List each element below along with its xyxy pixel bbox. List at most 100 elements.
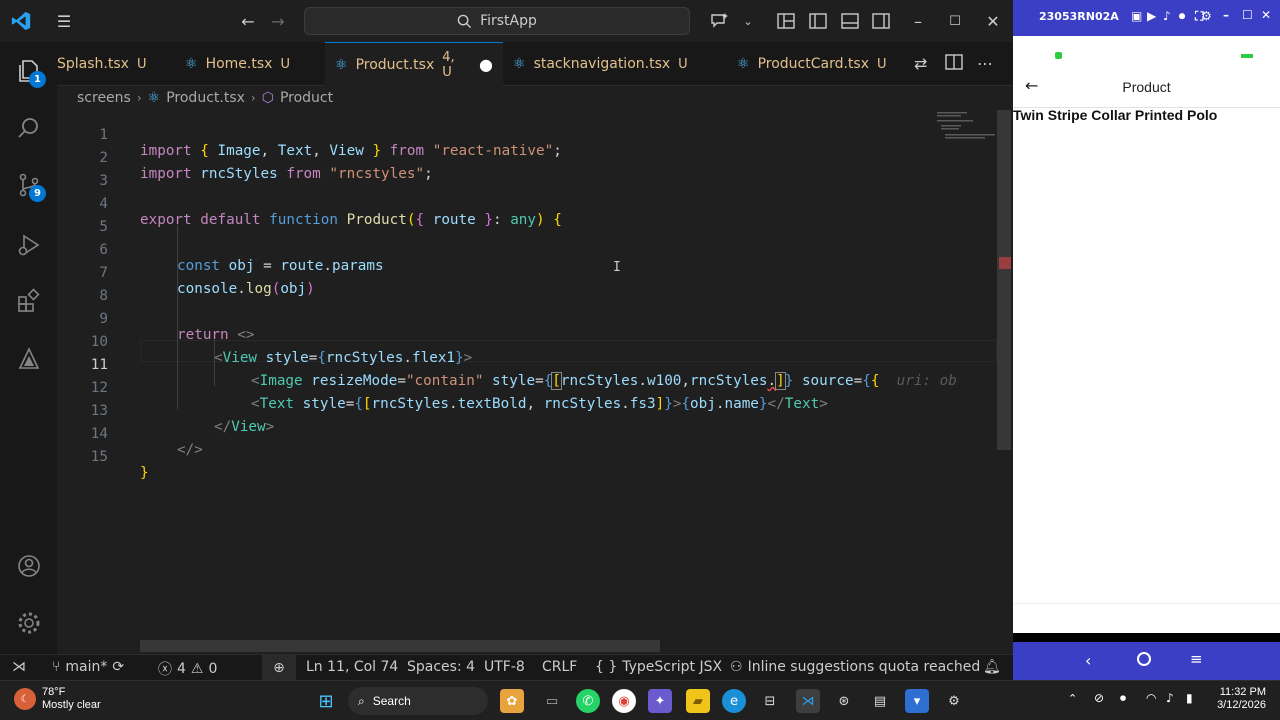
tab-splash[interactable]: Splash.tsx U xyxy=(47,42,153,86)
minimap[interactable] xyxy=(937,110,997,140)
error-count: 4 xyxy=(177,661,186,677)
forward-arrow-icon[interactable]: → xyxy=(266,9,290,33)
vscode-logo[interactable] xyxy=(10,10,32,32)
settings-taskbar-icon[interactable]: ⚙ xyxy=(942,689,966,713)
clock[interactable]: 11:32 PM 3/12/2026 xyxy=(1210,686,1266,712)
phone-screen: ← Product Twin Stripe Collar Printed Pol… xyxy=(1013,36,1280,633)
breadcrumb-file[interactable]: Product.tsx xyxy=(166,90,245,106)
testing-icon[interactable] xyxy=(12,342,46,376)
minimize-icon[interactable]: – xyxy=(1223,8,1229,22)
breadcrumb-folder[interactable]: screens xyxy=(77,90,131,106)
more-actions-icon[interactable]: ⋯ xyxy=(977,54,993,73)
indentation[interactable]: Spaces: 4 xyxy=(407,659,475,675)
problems-indicator[interactable]: ⓧ 4 ⚠ 0 xyxy=(158,659,217,679)
unsaved-dot-icon[interactable]: ● xyxy=(479,55,493,74)
breadcrumb-symbol[interactable]: Product xyxy=(280,90,333,106)
split-editor-icon[interactable] xyxy=(945,54,963,74)
copilot-icon[interactable] xyxy=(708,9,732,33)
tab-status: U xyxy=(136,56,147,72)
windows-start-icon[interactable]: ⊞ xyxy=(314,689,338,713)
settings-gear-icon[interactable] xyxy=(12,606,46,640)
minimize-icon[interactable]: – xyxy=(906,9,930,33)
language-mode[interactable]: { } TypeScript JSX xyxy=(595,659,722,675)
explorer-icon[interactable]: 1 xyxy=(12,54,46,88)
nav-home-icon[interactable] xyxy=(1137,652,1151,666)
edge-icon[interactable]: e xyxy=(722,689,746,713)
encoding[interactable]: UTF-8 xyxy=(484,659,525,675)
weather-widget[interactable]: 78°F Mostly clear xyxy=(42,686,101,712)
toggle-panel-icon[interactable] xyxy=(838,9,862,33)
code-line: 5 xyxy=(57,203,997,235)
code-editor[interactable]: 1 import { Image, Text, View } from "rea… xyxy=(57,110,997,654)
title-bar: ☰ ← → FirstApp ⌄ – ☐ ✕ xyxy=(0,0,1013,42)
task-view-icon[interactable]: ▭ xyxy=(540,689,564,713)
vertical-scrollbar[interactable] xyxy=(997,110,1013,654)
mic-icon[interactable]: ⏺ xyxy=(1179,9,1185,24)
copilot-app-icon[interactable]: ✦ xyxy=(648,689,672,713)
file-explorer-icon[interactable]: ▰ xyxy=(686,689,710,713)
run-debug-icon[interactable] xyxy=(12,228,46,262)
command-center-search[interactable]: FirstApp xyxy=(304,7,690,35)
whatsapp-icon[interactable]: ✆ xyxy=(576,689,600,713)
video-icon[interactable]: ▶ xyxy=(1147,9,1156,23)
source-control-icon[interactable]: 9 xyxy=(12,168,46,202)
camera-icon[interactable]: ▣ xyxy=(1131,9,1142,23)
remote-indicator-icon[interactable]: ⋊ xyxy=(12,659,26,675)
symbol-cube-icon: ⬡ xyxy=(261,90,274,106)
toggle-secondary-sidebar-icon[interactable] xyxy=(869,9,893,33)
speaker-icon[interactable]: ♪ xyxy=(1166,691,1174,705)
headphones-icon[interactable]: ♪ xyxy=(1163,9,1171,23)
sync-icon[interactable]: ⟳ xyxy=(112,659,124,675)
notifications-bell-icon[interactable]: 🔔︎ xyxy=(983,659,1001,675)
wifi-icon[interactable]: ◠ xyxy=(1146,691,1156,705)
screen-header-title: Product xyxy=(1122,79,1171,95)
branch-indicator[interactable]: ⑂ main* ⟳ xyxy=(52,659,124,675)
search-icon[interactable] xyxy=(12,111,46,145)
scrollbar-thumb[interactable] xyxy=(997,110,1011,450)
nav-back-icon[interactable]: ‹ xyxy=(1085,651,1091,670)
nav-menu-icon[interactable]: ≡ xyxy=(1190,650,1203,668)
menu-icon[interactable]: ☰ xyxy=(52,9,76,33)
tab-home[interactable]: ⚛ Home.tsx U xyxy=(175,42,325,86)
tab-product[interactable]: ⚛ Product.tsx 4, U ● xyxy=(325,42,503,86)
close-icon[interactable]: ✕ xyxy=(981,9,1005,33)
horizontal-scrollbar[interactable] xyxy=(140,640,660,652)
error-icon: ⓧ xyxy=(158,662,172,678)
toggle-sidebar-icon[interactable] xyxy=(806,9,830,33)
warning-icon: ⚠ xyxy=(190,661,204,677)
taskbar-search[interactable]: ⌕ Search xyxy=(348,687,488,715)
react-icon: ⚛ xyxy=(737,56,750,72)
store-icon[interactable]: ⊟ xyxy=(758,689,782,713)
close-icon[interactable]: ✕ xyxy=(1261,8,1271,22)
app-icon[interactable]: ⊛ xyxy=(832,689,856,713)
battery-icon[interactable]: ▮ xyxy=(1186,691,1193,705)
weather-icon[interactable]: ☾ xyxy=(14,688,36,710)
copilot-status[interactable]: ⚇ Inline suggestions quota reached xyxy=(730,659,980,675)
layout-icon[interactable] xyxy=(774,9,798,33)
maximize-icon[interactable]: ☐ xyxy=(943,9,967,33)
accounts-icon[interactable] xyxy=(12,549,46,583)
clock-date: 3/12/2026 xyxy=(1217,699,1266,711)
extensions-icon[interactable] xyxy=(12,284,46,318)
app-window-icon[interactable]: ▾ xyxy=(905,689,929,713)
settings-icon[interactable]: ⚙ xyxy=(1201,9,1212,23)
error-marker xyxy=(999,257,1011,269)
chrome-icon[interactable]: ◉ xyxy=(612,689,636,713)
maximize-icon[interactable]: ☐ xyxy=(1242,8,1253,22)
vscode-taskbar-icon[interactable]: ⋊ xyxy=(796,689,820,713)
tray-status-icon[interactable]: ⊘ xyxy=(1094,691,1104,705)
back-arrow-icon[interactable]: ← xyxy=(236,9,260,33)
widgets-icon[interactable]: ✿ xyxy=(500,689,524,713)
tab-label: Product.tsx xyxy=(355,56,435,73)
terminal-icon[interactable]: ▤ xyxy=(868,689,892,713)
react-icon: ⚛ xyxy=(513,56,526,72)
tab-stacknavigation[interactable]: ⚛ stacknavigation.tsx U xyxy=(503,42,699,86)
tab-productcard[interactable]: ⚛ ProductCard.tsx U xyxy=(727,42,903,86)
zoom-icon[interactable]: ⊕ xyxy=(262,655,296,681)
cursor-position[interactable]: Ln 11, Col 74 xyxy=(306,659,398,675)
end-of-line[interactable]: CRLF xyxy=(542,659,577,675)
tray-chevron-icon[interactable]: ⌃ xyxy=(1068,692,1077,705)
mic-tray-icon[interactable]: ⏺ xyxy=(1120,691,1126,706)
open-changes-icon[interactable]: ⇄ xyxy=(914,54,927,73)
chevron-down-icon[interactable]: ⌄ xyxy=(736,9,760,33)
